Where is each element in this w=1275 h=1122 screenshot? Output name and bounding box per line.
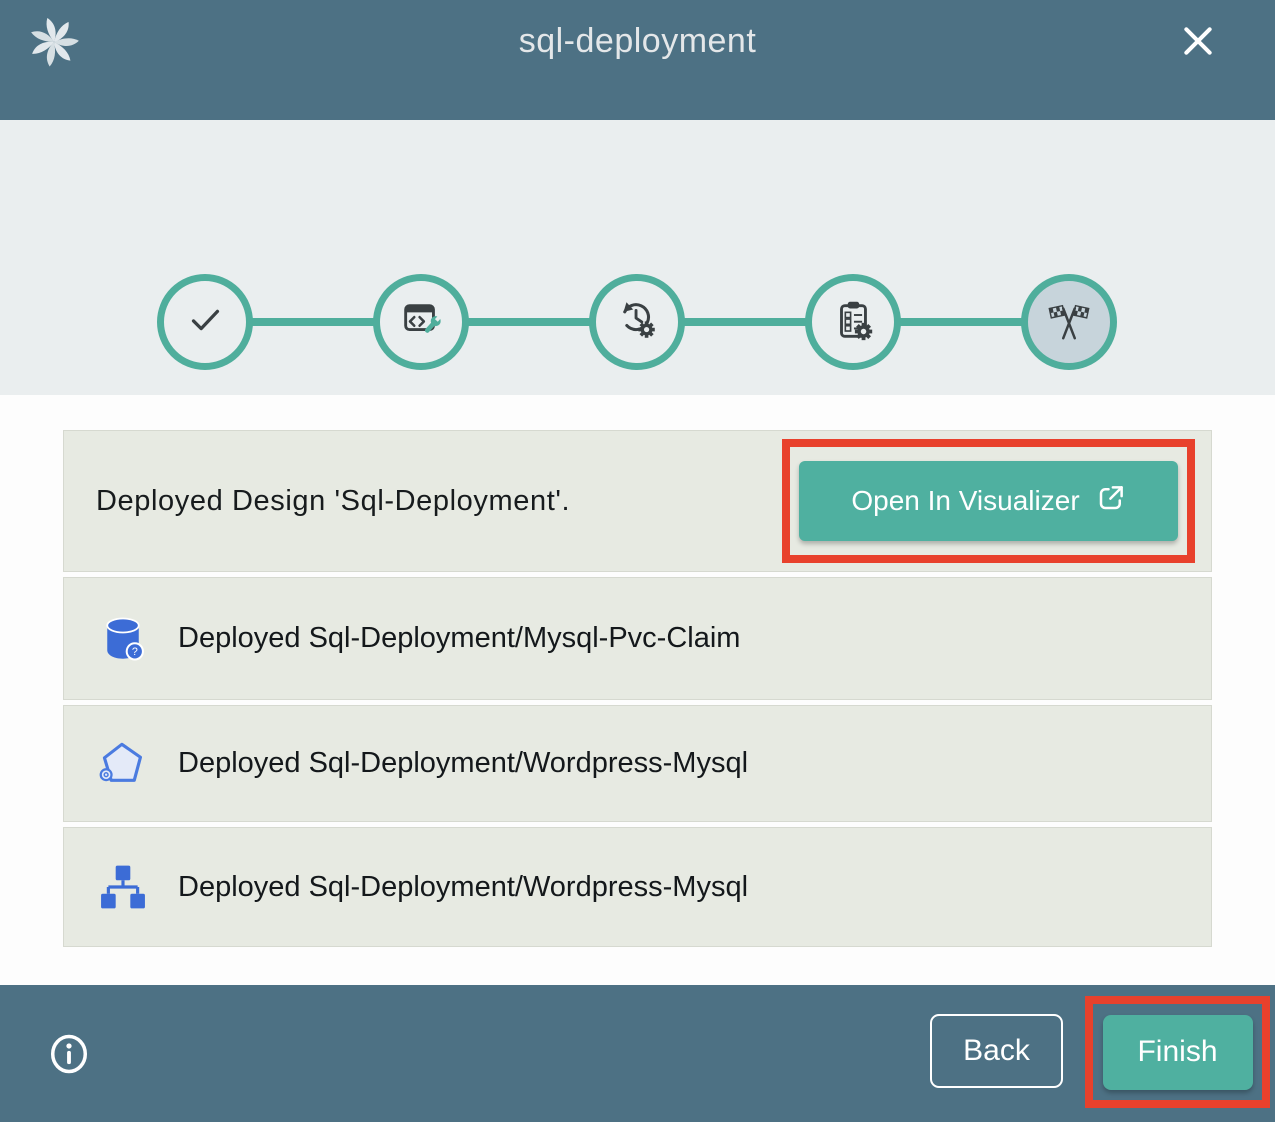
modal-title: sql-deployment: [0, 22, 1275, 61]
back-button[interactable]: Back: [930, 1014, 1063, 1088]
clipboard-gear-icon: [830, 297, 876, 348]
deployed-item-text: Deployed Sql-Deployment/Wordpress-Mysql: [178, 871, 748, 904]
dry-run-icon: [614, 297, 660, 348]
sitemap-icon: [96, 860, 150, 914]
close-icon: [1178, 49, 1218, 64]
highlight-box-finish: Finish: [1085, 996, 1270, 1108]
modal-footer: Back Finish: [0, 985, 1275, 1122]
deployed-item-row: Deployed Sql-Deployment/Wordpress-Mysql: [63, 827, 1212, 947]
close-button[interactable]: [1177, 21, 1219, 63]
deployed-design-text: Deployed Design 'Sql-Deployment'.: [96, 431, 570, 571]
results-panel: Deployed Design 'Sql-Deployment'. Open I…: [0, 395, 1275, 985]
step-validate-design[interactable]: [157, 274, 253, 370]
open-in-visualizer-label: Open In Visualizer: [851, 485, 1079, 517]
step-finalize-deployment[interactable]: [805, 274, 901, 370]
external-link-icon: [1096, 483, 1126, 520]
deployed-item-row: Deployed Sql-Deployment/Wordpress-Mysql: [63, 705, 1212, 822]
pod-icon: [96, 737, 150, 791]
svg-text:?: ?: [132, 646, 138, 658]
info-icon: [48, 1064, 90, 1079]
deployed-item-row: ? Deployed Sql-Deployment/Mysql-Pvc-Clai…: [63, 577, 1212, 700]
code-tools-icon: [398, 297, 444, 348]
step-dry-run[interactable]: [589, 274, 685, 370]
check-icon: [182, 297, 228, 348]
summary-row: Deployed Design 'Sql-Deployment'. Open I…: [63, 430, 1212, 572]
deployed-item-text: Deployed Sql-Deployment/Wordpress-Mysql: [178, 747, 748, 780]
step-finish[interactable]: [1021, 274, 1117, 370]
finish-button[interactable]: Finish: [1103, 1015, 1253, 1090]
open-in-visualizer-button[interactable]: Open In Visualizer: [799, 461, 1178, 541]
deployment-modal: sql-deployment: [0, 0, 1275, 1122]
highlight-box-visualizer: Open In Visualizer: [782, 439, 1195, 563]
info-button[interactable]: [48, 1032, 90, 1076]
deployed-item-text: Deployed Sql-Deployment/Mysql-Pvc-Claim: [178, 622, 740, 655]
checkered-flags-icon: [1046, 297, 1092, 348]
modal-header: sql-deployment: [0, 0, 1275, 120]
step-identify-environments[interactable]: [373, 274, 469, 370]
deployment-stepper: Validate Design Identify Environments Dr…: [0, 120, 1275, 395]
database-icon: ?: [96, 612, 150, 666]
